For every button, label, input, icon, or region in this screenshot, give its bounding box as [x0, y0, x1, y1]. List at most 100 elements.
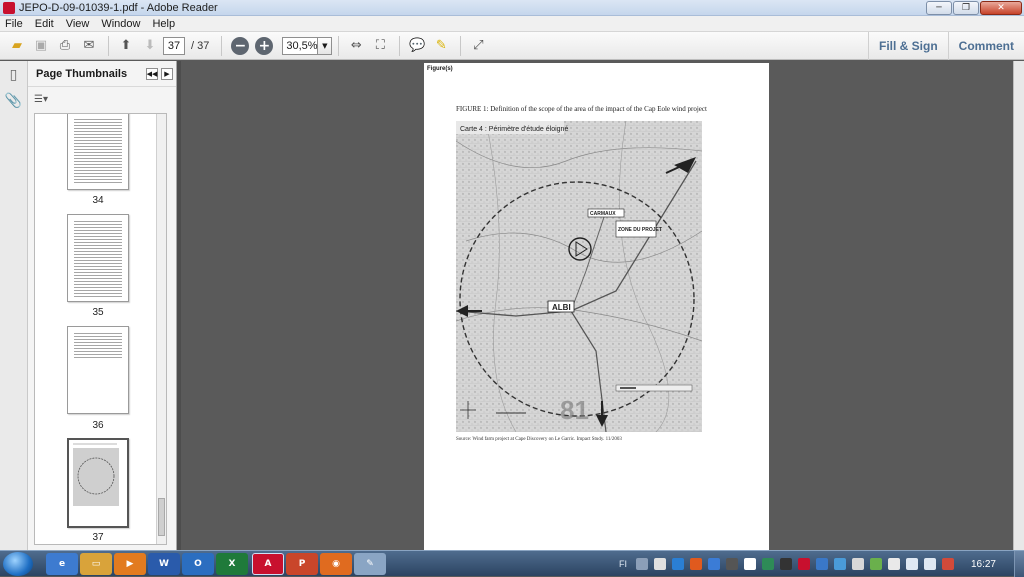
figure-source: Source: Wind farm project at Cape Discov…	[456, 437, 622, 442]
firefox-icon[interactable]: ◉	[320, 553, 352, 575]
comment-bubble-icon[interactable]: 💬	[406, 35, 428, 57]
tray-app-icon[interactable]	[833, 558, 846, 570]
taskbar: e ▭ ▶ W O X A P ◉ ✎ FI 16:27	[0, 550, 1024, 577]
menu-help[interactable]: Help	[147, 18, 182, 30]
page-number-input[interactable]: 37	[163, 36, 185, 55]
figure-header: Figure(s)	[427, 66, 453, 72]
thumbnails-panel: Page Thumbnails ◀◀ ▶ ☰▾ 34 35 36 37	[28, 61, 177, 550]
toolbar-separator	[399, 35, 401, 56]
fit-width-icon[interactable]: ⇔	[345, 35, 367, 57]
system-tray: FI 16:27	[619, 551, 1024, 577]
minimize-button[interactable]: ─	[926, 1, 952, 15]
power-icon[interactable]	[941, 558, 954, 570]
tray-app-icon[interactable]	[743, 558, 756, 570]
clock[interactable]: 16:27	[971, 559, 996, 570]
page-total: / 37	[191, 39, 210, 52]
panel-title: Page Thumbnails	[36, 67, 128, 80]
map-label-carmaux: CARMAUX	[590, 211, 616, 217]
tray-app-icon[interactable]	[851, 558, 864, 570]
restore-button[interactable]: ❐	[953, 1, 979, 15]
tray-app-icon[interactable]	[635, 558, 648, 570]
menu-window[interactable]: Window	[96, 18, 147, 30]
figure-caption: FIGURE 1: Definition of the scope of the…	[456, 105, 707, 113]
map-figure: Carte 4 : Périmètre d'étude éloigné CARM…	[456, 121, 702, 432]
zoom-out-icon[interactable]: −	[231, 36, 250, 55]
acrobat-icon[interactable]: A	[252, 553, 284, 575]
tray-app-icon[interactable]	[815, 558, 828, 570]
thumbnail-list[interactable]: 34 35 36 37	[34, 113, 167, 545]
chevron-down-icon[interactable]: ▼	[318, 36, 333, 55]
tray-app-icon[interactable]	[725, 558, 738, 570]
zoom-in-icon[interactable]: +	[255, 36, 274, 55]
ie-icon[interactable]: e	[46, 553, 78, 575]
close-panel-icon[interactable]: ▶	[161, 67, 173, 80]
powerpoint-icon[interactable]: P	[286, 553, 318, 575]
close-button[interactable]: ✕	[980, 1, 1022, 15]
map-label-zone: ZONE DU PROJET	[618, 227, 662, 233]
volume-icon[interactable]	[923, 558, 936, 570]
toolbar: ▰ ▣ ⎙ ✉ ⬆ ⬇ 37 / 37 − + 30,5% ▼ ⇔ ⛶ 💬 ✎ …	[0, 32, 1024, 60]
show-desktop-button[interactable]	[1014, 551, 1024, 577]
tray-app-icon[interactable]	[869, 558, 882, 570]
tray-app-icon[interactable]	[779, 558, 792, 570]
toolbar-separator	[460, 35, 462, 56]
toolbar-separator	[221, 35, 223, 56]
menu-edit[interactable]: Edit	[30, 18, 61, 30]
toolbar-separator	[108, 35, 109, 56]
email-icon[interactable]: ✉	[78, 35, 100, 57]
outlook-icon[interactable]: O	[182, 553, 214, 575]
thumbnail-label: 34	[92, 195, 104, 206]
thumbnail-label: 35	[92, 307, 104, 318]
tray-app-icon[interactable]	[707, 558, 720, 570]
network-icon[interactable]	[905, 558, 918, 570]
map-image: Carte 4 : Périmètre d'étude éloigné CARM…	[456, 121, 702, 432]
previous-page-icon[interactable]: ⬆	[115, 35, 137, 57]
zoom-input[interactable]: 30,5%	[282, 36, 319, 55]
tray-app-icon[interactable]	[653, 558, 666, 570]
tray-app-icon[interactable]	[671, 558, 684, 570]
map-label-albi: ALBI	[552, 303, 571, 312]
next-page-icon[interactable]: ⬇	[139, 35, 161, 57]
expand-icon[interactable]: ⤢	[467, 35, 489, 57]
explorer-icon[interactable]: ▭	[80, 553, 112, 575]
collapse-panel-icon[interactable]: ◀◀	[146, 67, 158, 80]
media-player-icon[interactable]: ▶	[114, 553, 146, 575]
map-title: Carte 4 : Périmètre d'étude éloigné	[460, 126, 568, 133]
adobe-reader-icon	[3, 1, 15, 14]
fit-page-icon[interactable]: ⛶	[369, 35, 391, 57]
pdf-page: Figure(s) FIGURE 1: Definition of the sc…	[424, 63, 769, 550]
flag-icon[interactable]	[887, 558, 900, 570]
paint-icon[interactable]: ✎	[354, 553, 386, 575]
tray-app-icon[interactable]	[761, 558, 774, 570]
language-indicator[interactable]: FI	[619, 559, 627, 569]
highlight-pen-icon[interactable]: ✎	[430, 35, 452, 57]
comment-button[interactable]: Comment	[947, 32, 1024, 60]
toolbar-separator	[338, 35, 340, 56]
thumbnail-options-icon[interactable]: ☰▾	[28, 87, 176, 111]
print-icon[interactable]: ⎙	[54, 35, 76, 57]
attachments-icon[interactable]: 📎	[5, 93, 23, 113]
page-thumbnails-icon[interactable]: ▯	[5, 67, 23, 87]
excel-icon[interactable]: X	[216, 553, 248, 575]
tray-app-icon[interactable]	[689, 558, 702, 570]
thumbnail-page-36[interactable]	[67, 326, 129, 414]
menu-view[interactable]: View	[61, 18, 97, 30]
word-icon[interactable]: W	[148, 553, 180, 575]
thumbnail-page-34[interactable]	[67, 114, 129, 190]
document-scrollbar[interactable]	[1013, 61, 1024, 550]
title-bar: JEPO-D-09-01039-1.pdf - Adobe Reader ─ ❐…	[0, 0, 1024, 16]
tray-app-icon[interactable]	[797, 558, 810, 570]
start-button[interactable]	[3, 552, 33, 576]
thumbnail-scrollbar[interactable]	[156, 114, 166, 544]
window-title: JEPO-D-09-01039-1.pdf - Adobe Reader	[19, 1, 218, 14]
save-icon[interactable]: ▣	[30, 35, 52, 57]
thumbnail-label: 36	[92, 420, 104, 431]
thumbnail-page-35[interactable]	[67, 214, 129, 302]
navigation-rail: ▯ 📎	[0, 61, 28, 550]
fill-sign-button[interactable]: Fill & Sign	[867, 32, 948, 60]
thumbnail-page-37[interactable]	[67, 438, 129, 528]
thumbnail-label: 37	[92, 532, 104, 543]
document-view[interactable]: Figure(s) FIGURE 1: Definition of the sc…	[181, 61, 1013, 550]
menu-file[interactable]: File	[0, 18, 30, 30]
open-folder-icon[interactable]: ▰	[6, 35, 28, 57]
